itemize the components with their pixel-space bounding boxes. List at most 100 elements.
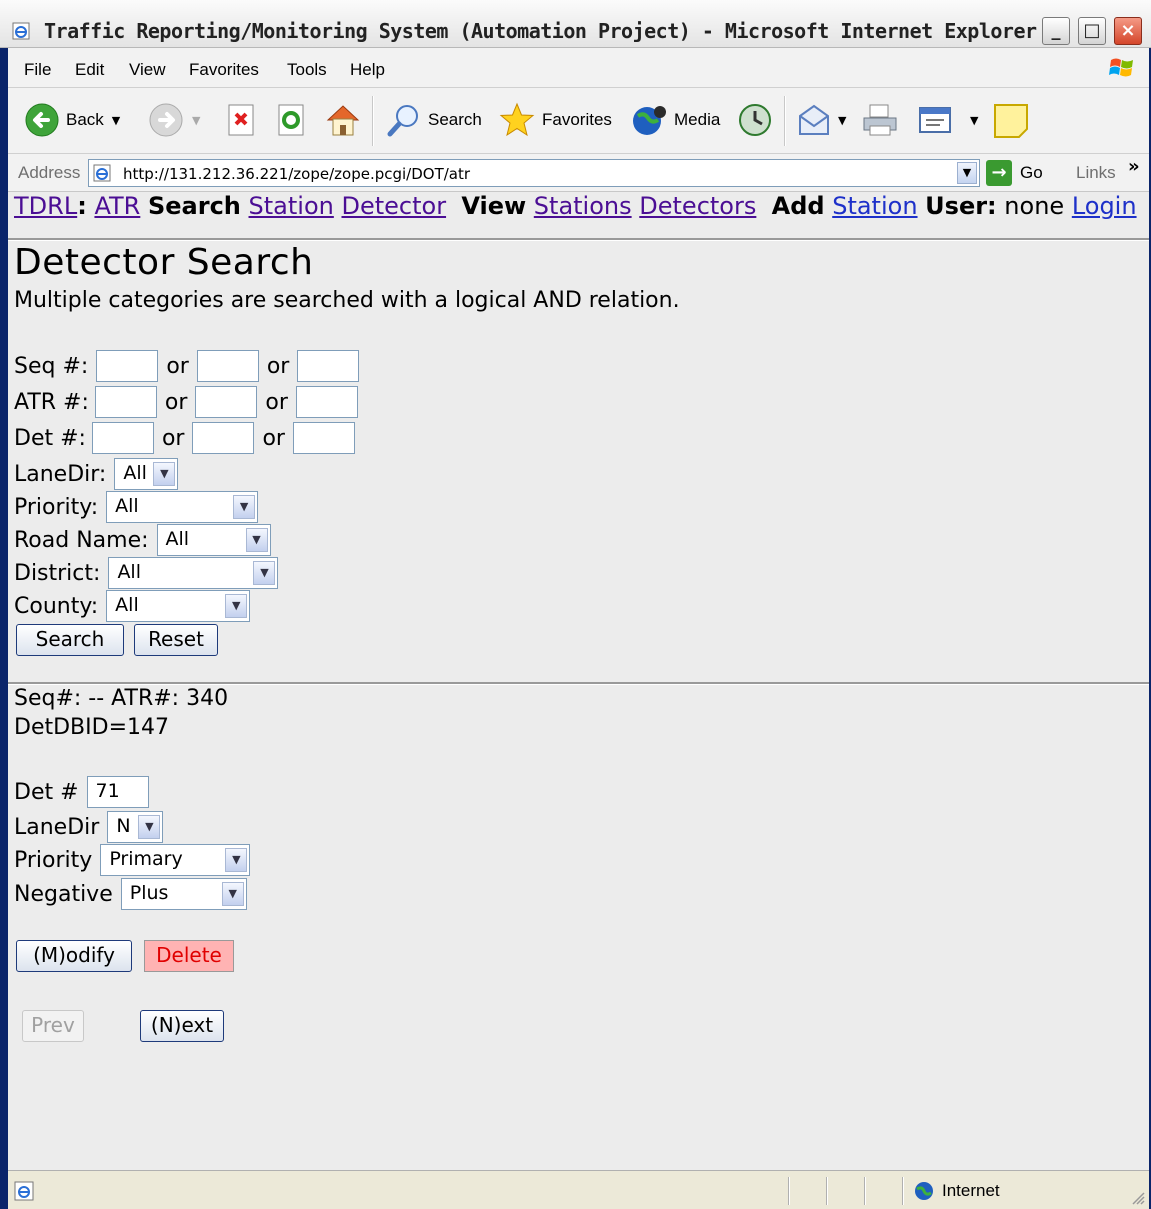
back-dropdown-icon[interactable]: ▼ <box>112 114 120 127</box>
reset-button[interactable]: Reset <box>134 624 218 656</box>
district-value: All <box>117 561 141 583</box>
back-button[interactable]: Back ▼ <box>24 102 120 138</box>
favorites-label: Favorites <box>542 110 612 129</box>
minimize-icon: _ <box>1051 20 1061 41</box>
priority-value: All <box>115 495 139 517</box>
messenger-button[interactable] <box>992 102 1030 138</box>
record-lanedir-select[interactable]: N ▼ <box>107 811 164 843</box>
address-input[interactable]: http://131.212.36.221/zope/zope.pcgi/DOT… <box>88 159 980 187</box>
media-button[interactable]: Media <box>630 102 720 138</box>
search-button[interactable]: Search <box>16 624 124 656</box>
lanedir-value: All <box>123 462 147 484</box>
lanedir-row: LaneDir: All ▼ <box>14 458 179 490</box>
forward-arrow-icon <box>149 103 183 137</box>
favorites-star-icon <box>499 102 535 137</box>
back-label: Back <box>66 110 104 129</box>
stop-button[interactable] <box>226 102 258 138</box>
priority-select[interactable]: All ▼ <box>106 491 259 523</box>
or-label: or <box>161 425 185 451</box>
district-select[interactable]: All ▼ <box>108 557 279 589</box>
page-content: TDRL: ATR Search Station Detector View S… <box>8 192 1149 1170</box>
favorites-button[interactable]: Favorites <box>498 102 612 138</box>
nav-view-detectors-link[interactable]: Detectors <box>639 192 756 220</box>
nav-search-label: Search <box>147 192 241 220</box>
ie-page-icon <box>12 22 30 40</box>
divider <box>8 682 1149 685</box>
edit-button[interactable]: ▼ <box>916 102 978 138</box>
menu-file[interactable]: File <box>24 60 51 80</box>
atr-row: ATR #: or or <box>14 386 362 418</box>
menu-view[interactable]: View <box>129 60 166 80</box>
close-button[interactable]: × <box>1114 17 1142 45</box>
go-button[interactable]: → Go <box>986 160 1043 186</box>
links-chevron-icon[interactable]: » <box>1128 156 1140 177</box>
delete-button[interactable]: Delete <box>144 940 234 972</box>
det-row: Det #: or or <box>14 422 359 454</box>
atr-input-3[interactable] <box>295 386 358 418</box>
nav-view-stations-link[interactable]: Stations <box>534 192 632 220</box>
address-dropdown-icon[interactable]: ▼ <box>957 162 977 184</box>
back-arrow-icon <box>25 103 59 137</box>
menu-edit[interactable]: Edit <box>75 60 104 80</box>
det-input-2[interactable] <box>192 422 255 454</box>
note-icon <box>994 104 1028 138</box>
home-button[interactable] <box>324 102 362 138</box>
resize-grip-icon[interactable] <box>1131 1191 1145 1205</box>
record-det-input[interactable]: 71 <box>86 776 149 808</box>
district-row: District: All ▼ <box>14 557 279 589</box>
refresh-button[interactable] <box>276 102 308 138</box>
seq-input-2[interactable] <box>196 350 259 382</box>
prev-button[interactable]: Prev <box>22 1010 84 1042</box>
seq-input-1[interactable] <box>96 350 159 382</box>
mail-icon <box>799 104 829 135</box>
chevron-down-icon: ▼ <box>221 882 244 906</box>
toolbar-separator <box>784 96 786 146</box>
record-priority-value: Primary <box>109 848 183 870</box>
toolbar: Back ▼ ▼ Search Favorites Media ▼ ▼ <box>8 88 1149 154</box>
next-button[interactable]: (N)ext <box>140 1010 224 1042</box>
status-divider <box>826 1177 828 1205</box>
modify-button[interactable]: (M)odify <box>16 940 132 972</box>
maximize-button[interactable]: □ <box>1078 17 1106 45</box>
atr-input-2[interactable] <box>195 386 258 418</box>
det-input-1[interactable] <box>91 422 154 454</box>
or-label: or <box>265 389 288 415</box>
forward-button[interactable]: ▼ <box>148 102 200 138</box>
road-select[interactable]: All ▼ <box>156 524 271 556</box>
det-input-3[interactable] <box>292 422 355 454</box>
record-priority-select[interactable]: Primary ▼ <box>100 844 251 876</box>
links-label[interactable]: Links <box>1076 163 1116 183</box>
atr-input-1[interactable] <box>94 386 157 418</box>
browser-window: Traffic Reporting/Monitoring System (Aut… <box>0 0 1151 1209</box>
chevron-down-icon: ▼ <box>225 848 248 872</box>
menu-help[interactable]: Help <box>350 60 385 80</box>
seq-row: Seq #: or or <box>14 350 363 382</box>
nav-search-detector-link[interactable]: Detector <box>341 192 446 220</box>
menu-favorites[interactable]: Favorites <box>189 60 259 80</box>
chevron-down-icon: ▼ <box>245 528 268 552</box>
county-label: County: <box>14 593 99 619</box>
nav-atr-link[interactable]: ATR <box>94 192 140 220</box>
edit-page-icon <box>919 107 951 133</box>
zone-label: Internet <box>942 1181 1000 1200</box>
nav-login-link[interactable]: Login <box>1072 192 1137 220</box>
status-divider <box>864 1177 866 1205</box>
nav-tdrl-link[interactable]: TDRL <box>14 192 77 220</box>
seq-input-3[interactable] <box>297 350 360 382</box>
media-globe-icon <box>633 106 666 135</box>
nav-search-station-link[interactable]: Station <box>249 192 334 220</box>
history-button[interactable] <box>736 102 774 138</box>
menu-tools[interactable]: Tools <box>287 60 327 80</box>
or-label: or <box>266 353 290 379</box>
minimize-button[interactable]: _ <box>1042 17 1070 45</box>
search-button[interactable]: Search <box>386 102 482 138</box>
edit-dropdown-icon[interactable]: ▼ <box>970 114 978 127</box>
lanedir-select[interactable]: All ▼ <box>114 458 179 490</box>
county-select[interactable]: All ▼ <box>106 590 251 622</box>
print-button[interactable] <box>860 102 900 138</box>
mail-button[interactable]: ▼ <box>796 102 846 138</box>
mail-dropdown-icon[interactable]: ▼ <box>838 114 846 127</box>
record-negative-select[interactable]: Plus ▼ <box>120 878 247 910</box>
address-label: Address <box>18 163 81 182</box>
nav-add-station-link[interactable]: Station <box>832 192 917 220</box>
